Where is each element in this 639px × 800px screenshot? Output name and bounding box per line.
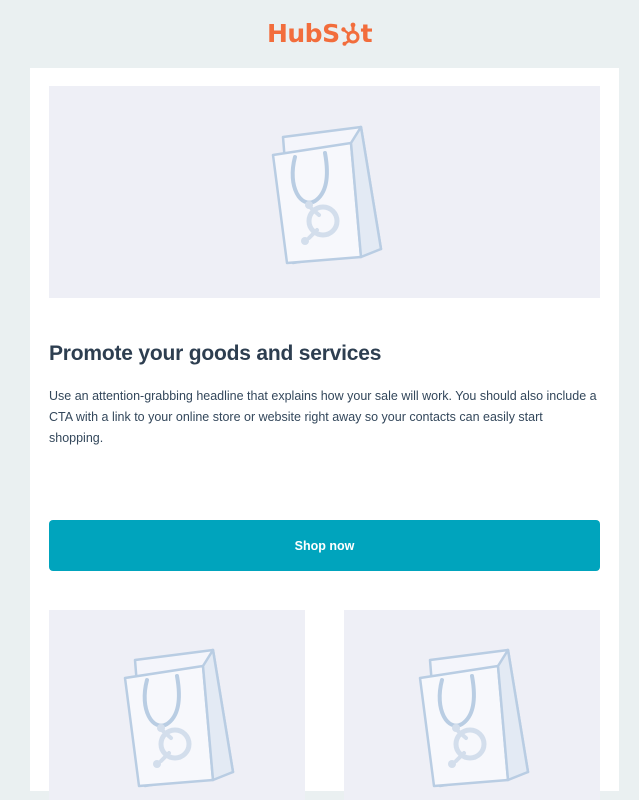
shopping-bag-icon <box>265 117 385 267</box>
hero-image <box>49 86 600 298</box>
product-image-1 <box>49 610 305 800</box>
body-text: Use an attention-grabbing headline that … <box>49 389 597 445</box>
hubspot-logo[interactable]: HubS t <box>266 18 373 48</box>
email-card: Promote your goods and services Use an a… <box>30 68 619 800</box>
shop-now-button[interactable]: Shop now <box>49 520 600 571</box>
product-image-2 <box>344 610 600 800</box>
logo-text-right: t <box>360 18 373 48</box>
shopping-bag-icon <box>117 640 237 790</box>
logo-text-left: HubS <box>266 18 340 48</box>
logo-bar: HubS t <box>0 0 639 68</box>
headline: Promote your goods and services <box>49 342 382 365</box>
shopping-bag-icon <box>412 640 532 790</box>
sprocket-icon <box>340 22 360 46</box>
